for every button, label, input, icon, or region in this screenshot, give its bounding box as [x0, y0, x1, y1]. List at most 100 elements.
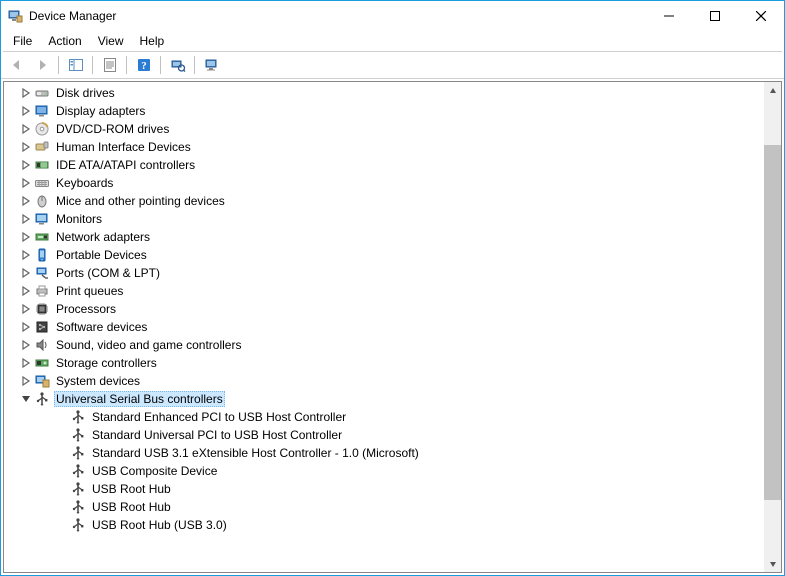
toolbar: ? — [1, 52, 784, 78]
usbdev-icon — [70, 499, 86, 515]
tree-item-label: Processors — [54, 301, 118, 317]
expand-icon[interactable] — [18, 373, 34, 389]
tree-item-label: Portable Devices — [54, 247, 149, 263]
tree-category[interactable]: Monitors — [4, 210, 764, 228]
device-tree[interactable]: Disk drives Display adaptersDVD/CD-ROM dr… — [4, 82, 764, 572]
tree-category[interactable]: Sound, video and game controllers — [4, 336, 764, 354]
expand-icon[interactable] — [18, 319, 34, 335]
menu-view[interactable]: View — [90, 32, 132, 50]
scan-hardware-button[interactable] — [166, 54, 189, 76]
expand-icon[interactable] — [18, 229, 34, 245]
back-button[interactable] — [5, 54, 28, 76]
tree-item-label: Display adapters — [54, 103, 147, 119]
tree-category[interactable]: Ports (COM & LPT) — [4, 264, 764, 282]
expand-icon[interactable] — [18, 301, 34, 317]
expand-icon[interactable] — [18, 337, 34, 353]
tree-child-item[interactable]: USB Root Hub — [4, 498, 764, 516]
tree-category[interactable]: Processors — [4, 300, 764, 318]
expand-icon[interactable] — [18, 247, 34, 263]
tree-category[interactable]: Display adapters — [4, 102, 764, 120]
tree-item-label: Standard Universal PCI to USB Host Contr… — [90, 427, 344, 443]
scroll-thumb[interactable] — [764, 145, 781, 501]
tree-category[interactable]: Portable Devices — [4, 246, 764, 264]
title-bar[interactable]: Device Manager — [1, 1, 784, 31]
properties-button[interactable] — [98, 54, 121, 76]
tree-item-label: Monitors — [54, 211, 104, 227]
tree-category[interactable]: Storage controllers — [4, 354, 764, 372]
menu-file[interactable]: File — [5, 32, 40, 50]
collapse-icon[interactable] — [18, 391, 34, 407]
port-icon — [34, 265, 50, 281]
tree-child-item[interactable]: Standard Universal PCI to USB Host Contr… — [4, 426, 764, 444]
hid-icon — [34, 139, 50, 155]
tree-category[interactable]: Software devices — [4, 318, 764, 336]
tree-item-label: Human Interface Devices — [54, 139, 193, 155]
monitor-icon — [34, 211, 50, 227]
svg-text:?: ? — [141, 60, 147, 72]
forward-button[interactable] — [30, 54, 53, 76]
scroll-track[interactable] — [764, 99, 781, 555]
expand-icon[interactable] — [18, 211, 34, 227]
tree-item-label: Software devices — [54, 319, 149, 335]
console-tree-button[interactable] — [64, 54, 87, 76]
menu-action[interactable]: Action — [40, 32, 89, 50]
app-icon — [7, 8, 23, 24]
toolbar-separator — [92, 56, 93, 74]
tree-category[interactable]: Print queues — [4, 282, 764, 300]
expand-icon[interactable] — [18, 139, 34, 155]
menu-help[interactable]: Help — [132, 32, 173, 50]
usbdev-icon — [70, 481, 86, 497]
toolbar-divider — [1, 78, 784, 79]
maximize-button[interactable] — [692, 1, 738, 31]
expand-icon[interactable] — [18, 121, 34, 137]
usbdev-icon — [70, 463, 86, 479]
scroll-up-button[interactable] — [764, 82, 781, 99]
tree-child-item[interactable]: Standard USB 3.1 eXtensible Host Control… — [4, 444, 764, 462]
toolbar-separator — [160, 56, 161, 74]
expand-icon[interactable] — [18, 175, 34, 191]
tree-child-item[interactable]: USB Root Hub (USB 3.0) — [4, 516, 764, 534]
tree-item-label: Standard USB 3.1 eXtensible Host Control… — [90, 445, 421, 461]
expand-icon[interactable] — [18, 265, 34, 281]
minimize-button[interactable] — [646, 1, 692, 31]
expand-icon[interactable] — [18, 283, 34, 299]
mouse-icon — [34, 193, 50, 209]
help-button[interactable]: ? — [132, 54, 155, 76]
tree-category[interactable]: IDE ATA/ATAPI controllers — [4, 156, 764, 174]
show-hidden-button[interactable] — [200, 54, 223, 76]
usbdev-icon — [70, 517, 86, 533]
storage-icon — [34, 355, 50, 371]
expand-icon[interactable] — [18, 85, 34, 101]
tree-category[interactable]: Universal Serial Bus controllers — [4, 390, 764, 408]
tree-category[interactable]: Network adapters — [4, 228, 764, 246]
tree-category[interactable]: Disk drives — [4, 84, 764, 102]
tree-item-label: Mice and other pointing devices — [54, 193, 227, 209]
expand-icon[interactable] — [18, 193, 34, 209]
expand-icon[interactable] — [18, 355, 34, 371]
tree-item-label: Ports (COM & LPT) — [54, 265, 162, 281]
tree-category[interactable]: System devices — [4, 372, 764, 390]
portable-icon — [34, 247, 50, 263]
tree-item-label: Disk drives — [54, 85, 117, 101]
tree-child-item[interactable]: USB Composite Device — [4, 462, 764, 480]
usb-icon — [34, 391, 50, 407]
close-button[interactable] — [738, 1, 784, 31]
tree-category[interactable]: DVD/CD-ROM drives — [4, 120, 764, 138]
tree-child-item[interactable]: USB Root Hub — [4, 480, 764, 498]
expand-icon[interactable] — [18, 103, 34, 119]
tree-item-label: USB Composite Device — [90, 463, 219, 479]
tree-category[interactable]: Keyboards — [4, 174, 764, 192]
tree-category[interactable]: Mice and other pointing devices — [4, 192, 764, 210]
scroll-down-button[interactable] — [764, 555, 781, 572]
cpu-icon — [34, 301, 50, 317]
tree-child-item[interactable]: Standard Enhanced PCI to USB Host Contro… — [4, 408, 764, 426]
expand-icon[interactable] — [18, 157, 34, 173]
toolbar-separator — [126, 56, 127, 74]
vertical-scrollbar[interactable] — [764, 82, 781, 572]
toolbar-separator — [194, 56, 195, 74]
ide-icon — [34, 157, 50, 173]
disk-icon — [34, 85, 50, 101]
software-icon — [34, 319, 50, 335]
display-icon — [34, 103, 50, 119]
tree-category[interactable]: Human Interface Devices — [4, 138, 764, 156]
